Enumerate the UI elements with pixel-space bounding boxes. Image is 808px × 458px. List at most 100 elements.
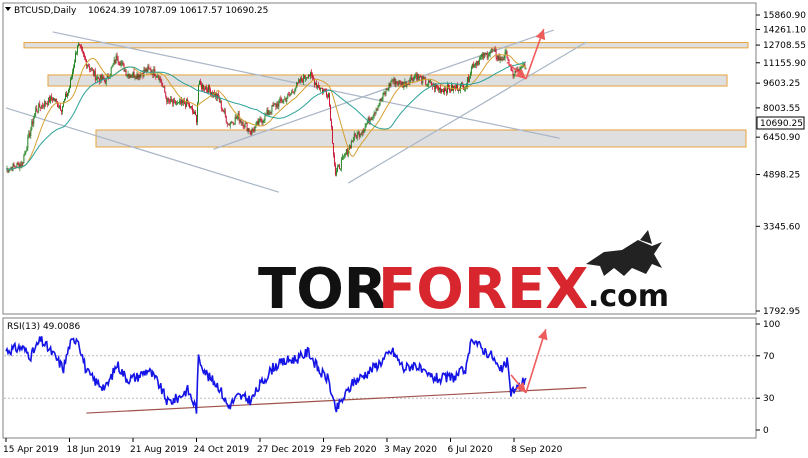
candle-body [17,163,19,164]
candle-body [328,93,329,97]
candle-body [159,78,161,81]
candle-body [435,84,437,90]
candle-body [375,109,377,113]
candle-body [196,114,197,123]
candle-body [163,86,165,88]
candle-body [268,112,270,115]
candle-body [457,90,459,91]
candle-body [468,78,470,82]
candle-body [173,99,175,104]
candle-body [365,124,367,127]
candle-body [60,106,62,111]
candle-body [186,99,188,107]
candle-body [222,109,224,112]
candle-body [56,99,58,102]
candle-body [92,69,94,75]
candle-body [332,143,334,155]
candle-body [139,74,141,77]
candle-body [166,96,168,102]
candle-body [24,152,26,156]
candle-body [124,70,126,72]
candle-body [356,133,358,139]
candle-body [198,84,199,103]
candle-body [68,90,69,94]
candle-body [378,104,380,106]
candle-body [89,69,91,71]
candle-body [383,93,385,95]
candle-body [481,53,483,57]
candle-body [72,71,73,78]
candle-body [428,80,430,85]
candle-body [372,116,374,118]
candle-body [276,103,278,107]
candle-body [136,73,138,79]
candle-body [447,84,448,93]
candle-body [87,65,89,67]
candle-body [514,70,516,75]
candle-body [492,49,494,51]
candle-body [229,123,231,126]
candle-body [134,77,136,79]
candle-body [102,76,104,79]
candle-body [415,74,417,77]
candle-body [241,122,243,124]
candle-body [270,112,272,113]
candle-body [48,97,50,105]
candle-body [472,63,474,68]
ohlc-values: 10624.39 10787.09 10617.57 10690.25 [88,6,268,16]
candle-body [171,99,173,102]
price-tick-label: 8003.55 [763,104,800,114]
candle-body [388,83,390,90]
candle-body [23,155,25,163]
candle-body [329,93,330,106]
candle-body [247,128,249,132]
candle-body [396,81,398,83]
candle-body [181,99,183,104]
candle-body [40,107,42,109]
candle-body [90,68,92,70]
candle-body [81,48,83,52]
candle-body [147,66,149,72]
candle-body [156,75,158,77]
candle-body [28,132,30,138]
candle-body [371,117,373,120]
candle-body [496,57,498,60]
candle-body [304,75,306,79]
candle-body [246,123,248,132]
rsi-header: RSI(13) 49.0086 [7,322,80,332]
price-tick-label: 4898.25 [763,171,800,181]
candle-body [145,68,147,72]
candle-body [51,96,53,100]
candle-body [80,46,82,49]
candle-body [483,52,485,59]
x-tick-label: 27 Dec 2019 [257,445,315,455]
candle-body [207,85,209,93]
candle-body [478,59,480,65]
candle-body [477,61,479,65]
candle-body [125,70,127,76]
candle-body [271,105,273,113]
candle-body [55,99,57,102]
candle-body [120,62,122,66]
candle-body [224,110,226,116]
candle-body [322,88,323,92]
candle-body [31,121,33,130]
candle-body [452,84,453,91]
candle-body [266,110,268,115]
candle-body [71,77,72,80]
candle-body [200,81,201,85]
candle-body [230,121,232,124]
candle-body [29,132,31,136]
candle-body [249,131,251,133]
candle-body [59,106,61,107]
candle-body [199,81,200,85]
x-tick-label: 6 Jul 2020 [448,445,493,455]
candle-body [525,68,527,70]
candle-body [397,82,399,85]
candle-body [30,129,32,136]
candle-body [324,89,325,91]
candle-body [485,52,487,54]
candle-body [77,43,79,46]
candle-body [399,80,401,82]
candle-body [438,87,440,90]
